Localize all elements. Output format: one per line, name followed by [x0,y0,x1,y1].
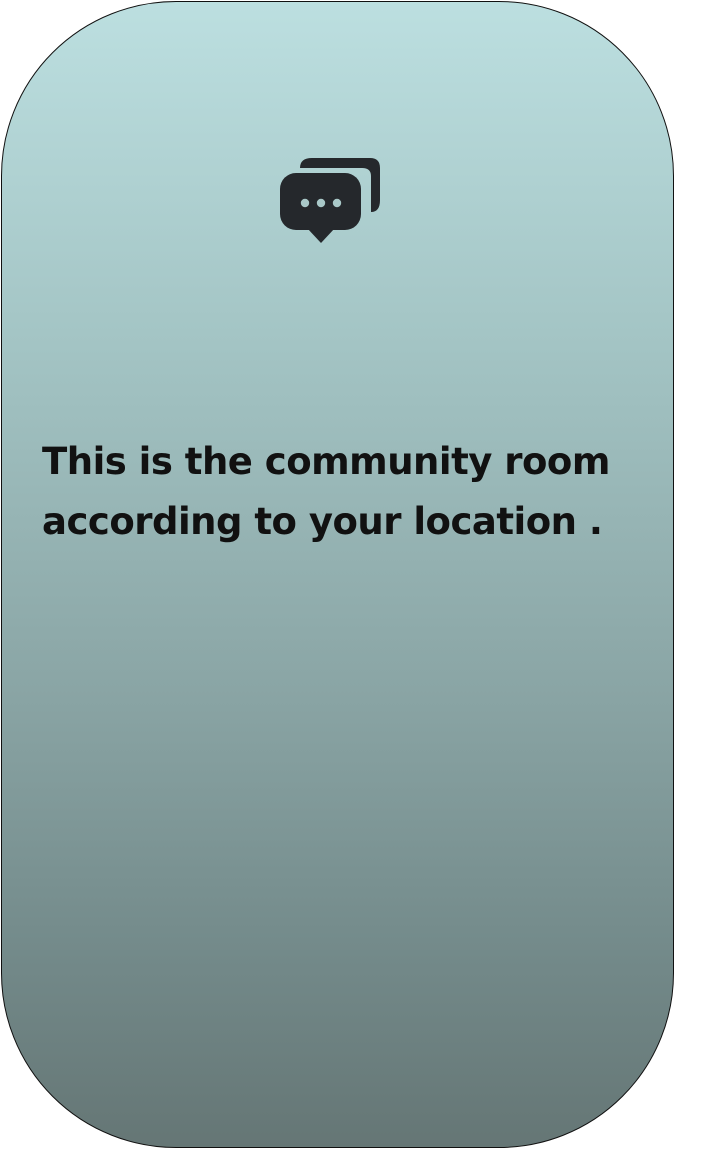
community-room-message: This is the community room according to … [42,440,610,543]
chat-bubbles-icon [278,156,382,244]
community-room-card: This is the community room according to … [1,1,674,1148]
